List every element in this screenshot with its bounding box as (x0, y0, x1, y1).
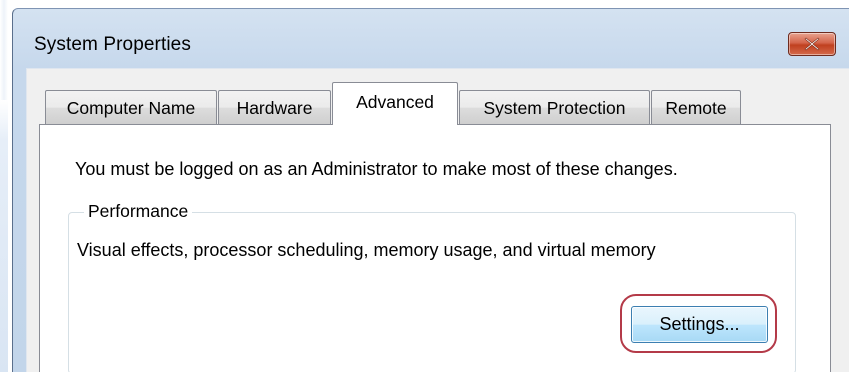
tab-computer-name[interactable]: Computer Name (45, 90, 217, 124)
admin-notice: You must be logged on as an Administrato… (75, 159, 678, 179)
close-button[interactable] (788, 32, 836, 56)
tab-remote[interactable]: Remote (651, 90, 741, 124)
tab-hardware[interactable]: Hardware (218, 90, 331, 124)
performance-description: Visual effects, processor scheduling, me… (77, 240, 656, 260)
background-edge-strip (0, 100, 8, 372)
close-icon (804, 37, 820, 51)
tab-system-protection[interactable]: System Protection (459, 90, 650, 124)
tab-advanced[interactable]: Advanced (332, 82, 458, 125)
performance-group-label: Performance (84, 201, 193, 222)
performance-settings-button[interactable]: Settings... (631, 306, 768, 343)
system-properties-window: System Properties Computer Name Hardware… (0, 0, 849, 372)
window-title: System Properties (34, 34, 191, 55)
